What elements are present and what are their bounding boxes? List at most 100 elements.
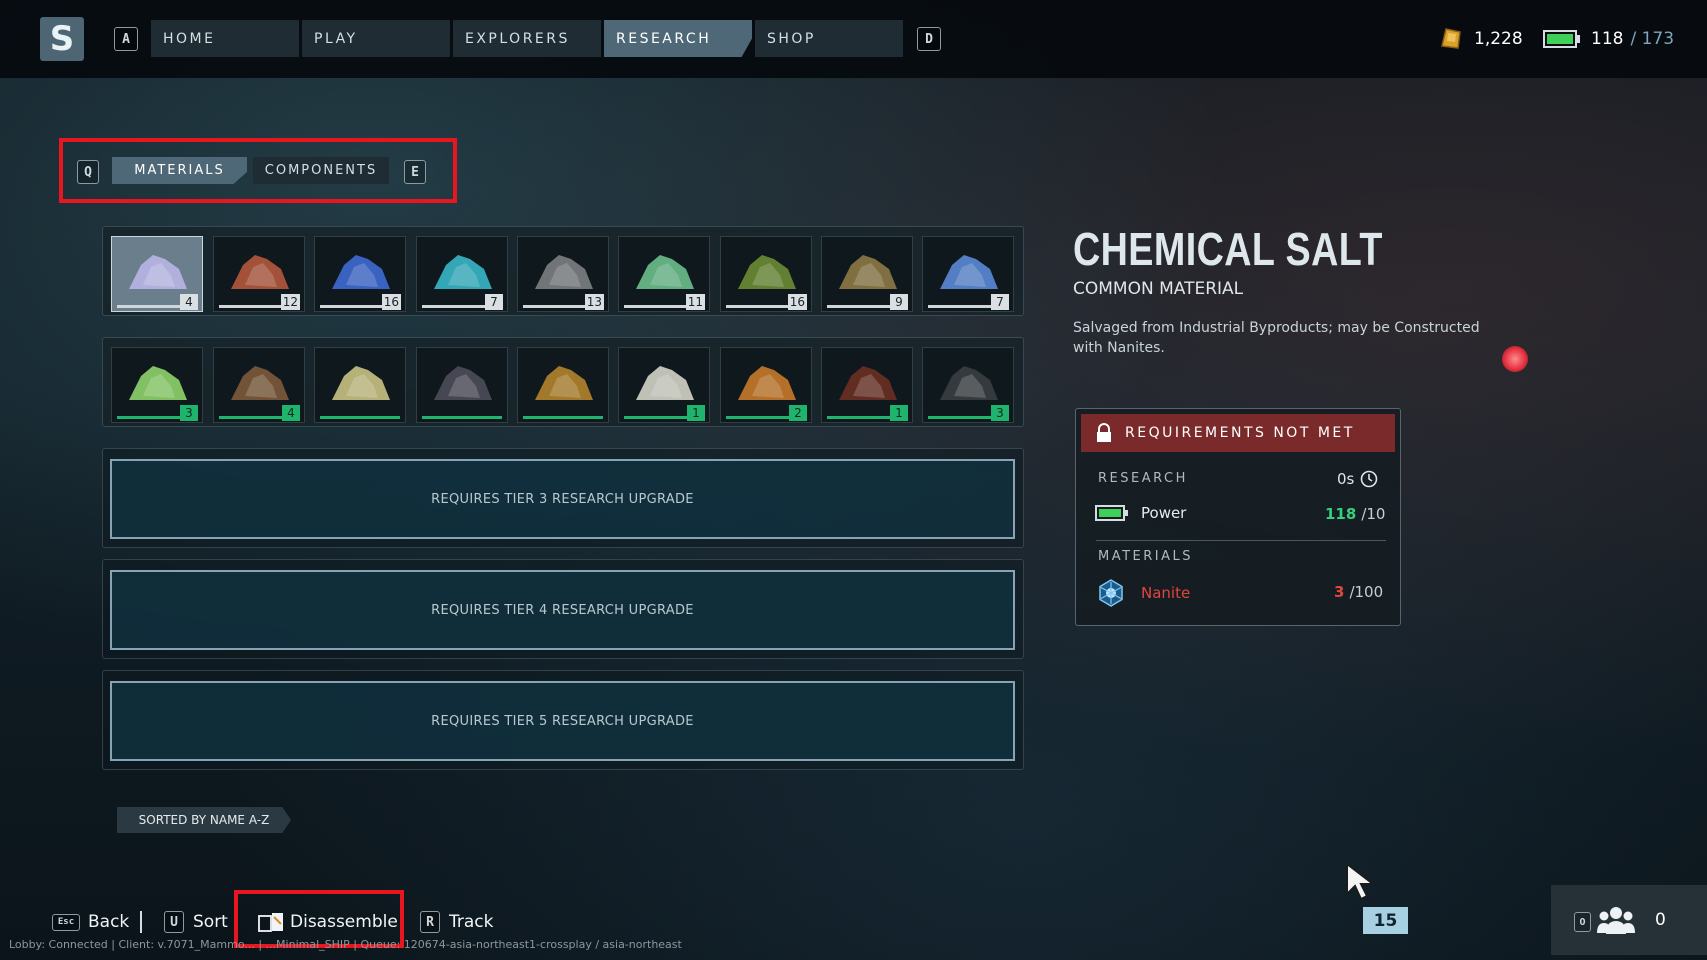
slot-count: 12: [280, 294, 300, 310]
tab-home[interactable]: HOME: [151, 20, 299, 57]
cyan-crystal-icon: [434, 255, 492, 289]
connection-status-text: Lobby: Connected | Client: v.7071_Mammo.…: [9, 938, 682, 951]
slot-count: 1: [890, 405, 908, 421]
tab-research-label: RESEARCH: [616, 30, 712, 47]
power-display: 118 / 173: [1543, 22, 1674, 56]
track-button[interactable]: R Track: [420, 910, 493, 934]
white-bones-icon: [636, 366, 694, 400]
requirements-header-label: REQUIREMENTS NOT MET: [1125, 425, 1355, 441]
power-requirement-label: Power: [1141, 504, 1187, 522]
inventory-slot-gray-ring[interactable]: 3: [922, 347, 1014, 423]
inventory-slot-molten-ore[interactable]: 2: [720, 347, 812, 423]
requirements-divider: [1096, 540, 1386, 541]
back-button[interactable]: Esc Back: [52, 910, 129, 934]
tab-play-label: PLAY: [314, 30, 358, 47]
inventory-slot-chemical-salt[interactable]: 4: [111, 236, 203, 312]
sort-status-label: SORTED BY NAME A-Z: [117, 807, 291, 833]
tab-components[interactable]: COMPONENTS: [253, 157, 389, 184]
slot-count: 9: [890, 294, 908, 310]
tab-shop[interactable]: SHOP: [755, 20, 903, 57]
inventory-slot-brown-roots[interactable]: 4: [213, 347, 305, 423]
tab-materials[interactable]: MATERIALS: [112, 157, 247, 184]
dry-plant-icon: [839, 255, 897, 289]
nav-prev-key-hint: A: [114, 27, 138, 51]
inventory-slot-blue-blocks[interactable]: 7: [922, 236, 1014, 312]
slot-count: 4: [180, 294, 198, 310]
bottom-divider: [140, 911, 142, 933]
power-requirement-value: 118/10: [1325, 505, 1385, 523]
credits-amount: 1,228: [1474, 29, 1523, 49]
nanite-have: 3: [1334, 583, 1345, 601]
inventory-slot-copper-ore[interactable]: 12: [213, 236, 305, 312]
brown-roots-icon: [231, 366, 289, 400]
nanite-requirement-label: Nanite: [1141, 584, 1191, 602]
requirements-header: REQUIREMENTS NOT MET: [1081, 414, 1395, 452]
nanite-requirement-value: 3/100: [1334, 583, 1383, 601]
sort-button[interactable]: U Sort: [164, 910, 228, 934]
inventory-slot-lime-powder[interactable]: 3: [111, 347, 203, 423]
materials-section-label: MATERIALS: [1098, 549, 1194, 564]
inventory-slot-white-bones[interactable]: 1: [618, 347, 710, 423]
background-beacon: [1502, 346, 1528, 372]
tab-shop-label: SHOP: [767, 30, 816, 47]
tab-home-label: HOME: [163, 30, 216, 47]
blue-crystal-icon: [332, 255, 390, 289]
power-have: 118: [1325, 505, 1357, 523]
green-powder-icon: [738, 255, 796, 289]
party-icon: [1597, 907, 1635, 934]
tab-research[interactable]: RESEARCH: [604, 20, 752, 57]
gray-rock-icon: [535, 255, 593, 289]
credits-display: 1,228: [1438, 22, 1523, 56]
nanite-icon: [1099, 579, 1123, 607]
slot-progress-bar: [523, 416, 603, 419]
disassemble-button[interactable]: Disassemble: [258, 910, 398, 934]
inventory-slot-blue-crystal[interactable]: 16: [314, 236, 406, 312]
tab-components-label: COMPONENTS: [264, 163, 378, 178]
mouse-cursor-icon: [1346, 861, 1376, 901]
inventory-slot-dry-plant[interactable]: 9: [821, 236, 913, 312]
red-seed-icon: [839, 366, 897, 400]
disassemble-label: Disassemble: [290, 912, 398, 932]
nav-next-key-hint: D: [917, 27, 941, 51]
item-description: Salvaged from Industrial Byproducts; may…: [1073, 320, 1480, 356]
back-label: Back: [88, 912, 130, 932]
battery-icon: [1095, 505, 1128, 521]
slot-count: 13: [584, 294, 604, 310]
locked-tier-3-label: REQUIRES TIER 3 RESEARCH UPGRADE: [110, 459, 1015, 539]
slot-count: 3: [180, 405, 198, 421]
inventory-slot-red-seed[interactable]: 1: [821, 347, 913, 423]
disassemble-icon: [258, 913, 283, 932]
party-key-icon: O: [1574, 912, 1591, 932]
tab-explorers[interactable]: EXPLORERS: [453, 20, 601, 57]
copper-ore-icon: [231, 255, 289, 289]
chemical-salt-icon: [129, 255, 187, 289]
esc-key-icon: Esc: [52, 913, 80, 931]
slot-progress-bar: [320, 416, 400, 419]
locked-tier-5-label: REQUIRES TIER 5 RESEARCH UPGRADE: [110, 681, 1015, 761]
inventory-slot-dark-rock[interactable]: [416, 347, 508, 423]
slot-count: 4: [282, 405, 300, 421]
slot-count: 3: [991, 405, 1009, 421]
locked-tier-4-label: REQUIRES TIER 4 RESEARCH UPGRADE: [110, 570, 1015, 650]
inventory-slot-cyan-crystal[interactable]: 7: [416, 236, 508, 312]
slot-count: 1: [687, 405, 705, 421]
tab-play[interactable]: PLAY: [302, 20, 450, 57]
slot-count: 7: [485, 294, 503, 310]
dark-rock-icon: [434, 366, 492, 400]
inventory-slot-yellow-powder[interactable]: [314, 347, 406, 423]
blue-blocks-icon: [940, 255, 998, 289]
power-current: 118: [1591, 29, 1624, 49]
power-max: / 173: [1630, 29, 1675, 49]
inventory-slot-green-plant[interactable]: 11: [618, 236, 710, 312]
molten-ore-icon: [738, 366, 796, 400]
inventory-slot-orange-grains[interactable]: [517, 347, 609, 423]
subtab-next-key-hint: E: [404, 160, 426, 184]
clock-icon: [1361, 470, 1378, 488]
research-time-value: 0s: [1337, 470, 1355, 488]
green-plant-icon: [636, 255, 694, 289]
slot-count: 16: [381, 294, 401, 310]
inventory-slot-gray-rock[interactable]: 13: [517, 236, 609, 312]
inventory-slot-green-powder[interactable]: 16: [720, 236, 812, 312]
orange-grains-icon: [535, 366, 593, 400]
nanite-need: /100: [1349, 583, 1384, 601]
